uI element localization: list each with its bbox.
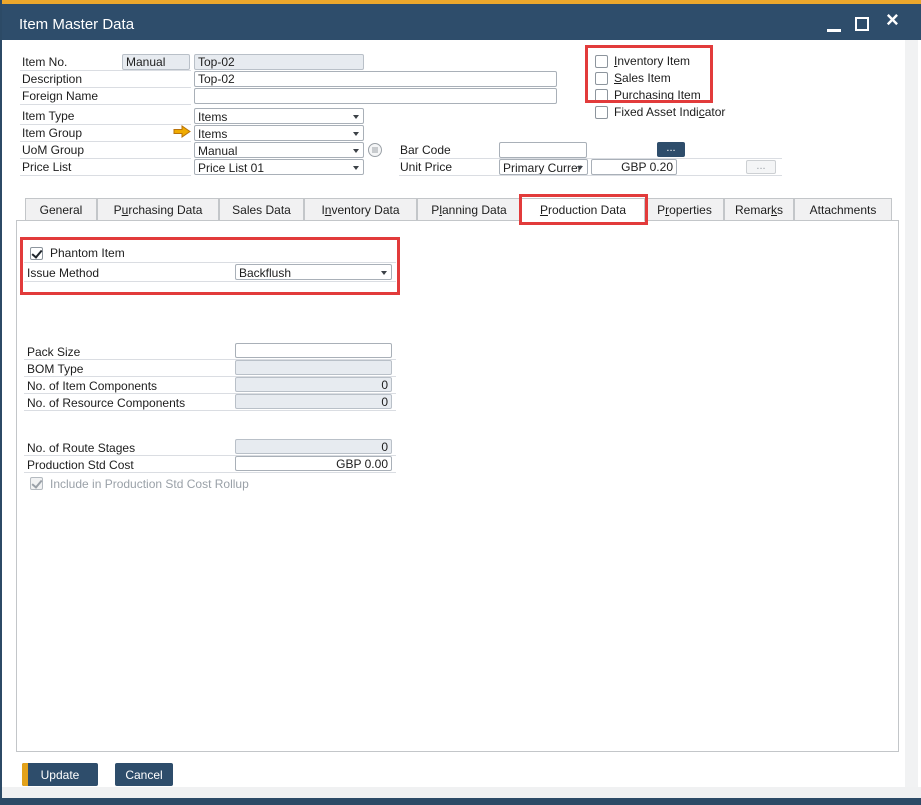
uom-group-label: UoM Group [22,143,84,157]
tab-planning-data[interactable]: Planning Data [417,198,521,221]
chevron-down-icon [353,149,359,153]
route-stages-label: No. of Route Stages [27,441,135,455]
tab-attachments[interactable]: Attachments [794,198,892,221]
chevron-down-icon [577,166,583,170]
chevron-down-icon [353,132,359,136]
unit-price-field[interactable] [591,159,677,175]
price-list-dropdown[interactable]: Price List 01 [194,159,364,175]
tab-remarks[interactable]: Remarks [724,198,794,221]
fixed-asset-label: Fixed Asset Indicator [614,105,725,119]
item-master-data-window: Item Master Data × Item No. Description … [0,0,921,805]
pack-size-field[interactable] [235,343,392,358]
bar-code-label: Bar Code [400,143,451,157]
tab-sales-data[interactable]: Sales Data [219,198,304,221]
purchasing-item-label: Purchasing Item [614,88,701,102]
route-stages-field [235,439,392,454]
tab-inventory-data[interactable]: Inventory Data [304,198,417,221]
uom-group-dropdown[interactable]: Manual [194,142,364,158]
update-button[interactable]: Update [22,763,98,786]
minimize-icon[interactable] [827,29,841,32]
purchasing-item-checkbox[interactable] [595,89,608,102]
item-no-field[interactable] [194,54,364,70]
value-list-icon[interactable] [367,142,383,158]
item-components-label: No. of Item Components [27,379,157,393]
footer-strip [2,787,921,798]
issue-method-dropdown[interactable]: Backflush [235,264,392,280]
bar-code-field[interactable] [499,142,587,158]
production-std-cost-label: Production Std Cost [27,458,134,472]
item-type-dropdown[interactable]: Items [194,108,364,124]
std-cost-rollup-checkbox [30,477,43,490]
std-cost-rollup-label: Include in Production Std Cost Rollup [50,477,249,491]
window-title: Item Master Data [19,16,134,33]
pack-size-label: Pack Size [27,345,80,359]
tab-purchasing-data[interactable]: Purchasing Data [97,198,219,221]
chevron-down-icon [353,166,359,170]
tab-general[interactable]: General [25,198,97,221]
item-components-field [235,377,392,392]
tab-properties[interactable]: Properties [645,198,724,221]
close-icon[interactable]: × [886,7,899,33]
price-list-label: Price List [22,160,71,174]
link-arrow-icon[interactable] [173,125,191,138]
issue-method-label: Issue Method [27,266,99,280]
chevron-down-icon [353,115,359,119]
sales-item-checkbox[interactable] [595,72,608,85]
inventory-item-checkbox[interactable] [595,55,608,68]
foreign-name-label: Foreign Name [22,89,98,103]
item-group-dropdown[interactable]: Items [194,125,364,141]
inventory-item-label: Inventory Item [614,54,690,68]
phantom-item-label: Phantom Item [50,246,125,260]
resource-components-field [235,394,392,409]
item-no-mode-field[interactable] [122,54,190,70]
unit-price-more-button[interactable]: ... [746,160,776,174]
item-group-label: Item Group [22,126,82,140]
resource-components-label: No. of Resource Components [27,396,185,410]
unit-price-label: Unit Price [400,160,452,174]
fixed-asset-checkbox[interactable] [595,106,608,119]
item-type-label: Item Type [22,109,74,123]
foreign-name-field[interactable] [194,88,557,104]
bom-type-label: BOM Type [27,362,83,376]
item-no-label: Item No. [22,55,67,69]
window-right-gutter [905,40,918,787]
cancel-button[interactable]: Cancel [115,763,173,786]
description-field[interactable] [194,71,557,87]
chevron-down-icon [381,271,387,275]
phantom-item-checkbox[interactable] [30,247,43,260]
description-label: Description [22,72,82,86]
bom-type-field [235,360,392,375]
sales-item-label: Sales Item [614,71,671,85]
update-button-accent [22,763,28,786]
production-std-cost-field[interactable] [235,456,392,471]
title-bar[interactable]: Item Master Data [2,4,921,40]
bar-code-browse-button[interactable]: ... [657,142,685,157]
unit-price-currency-dropdown[interactable]: Primary Currer [499,159,588,175]
maximize-icon[interactable] [855,17,869,31]
tab-production-data[interactable]: Production Data [521,198,645,222]
